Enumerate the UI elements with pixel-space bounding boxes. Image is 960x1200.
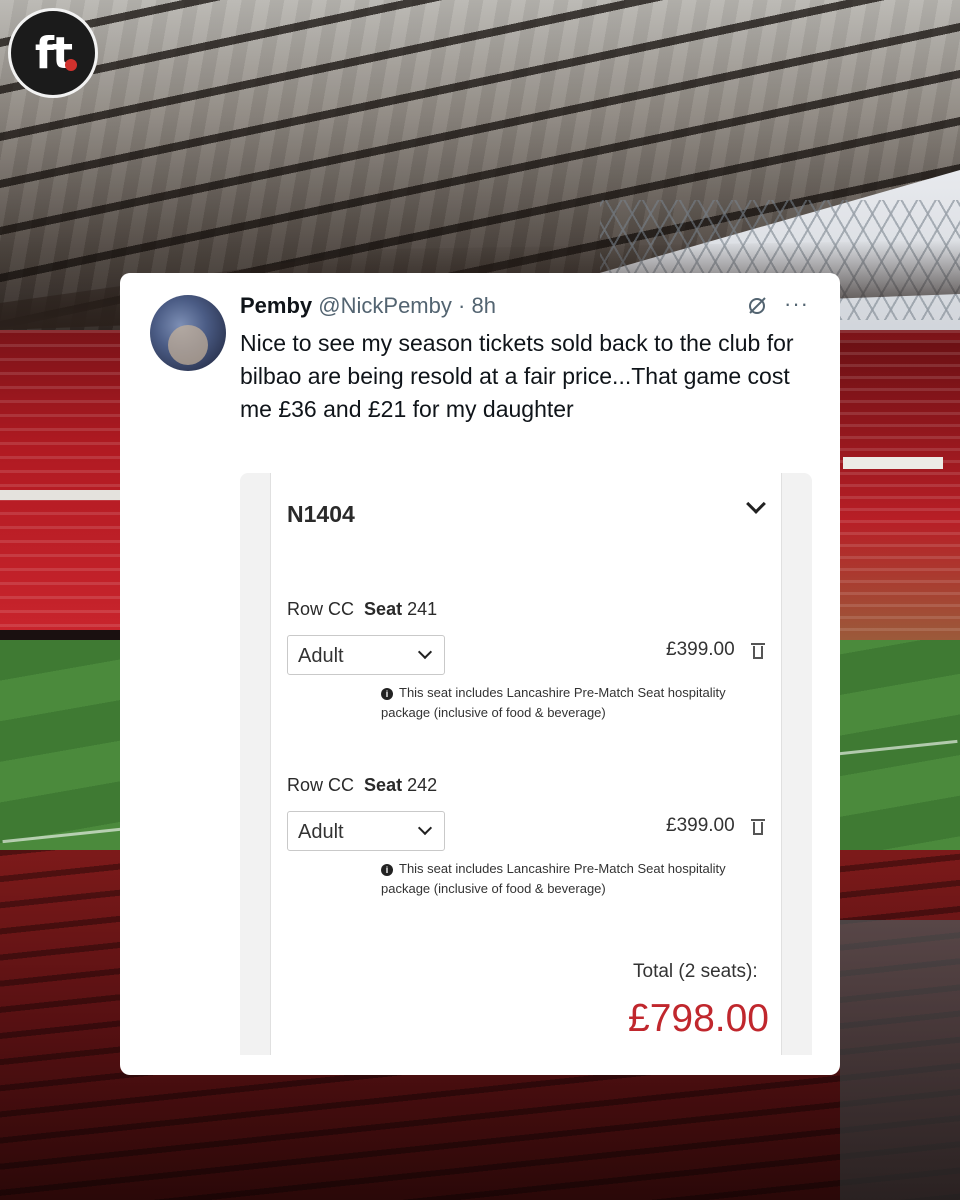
foreground-walkway <box>840 920 960 1200</box>
tweet-card: Pemby @NickPemby · 8h ··· Nice to see my… <box>120 273 840 1075</box>
row-value: CC <box>328 599 355 619</box>
row-word: Row <box>287 599 324 619</box>
info-icon: i <box>381 688 393 700</box>
tweet-text: Nice to see my season tickets sold back … <box>240 330 794 422</box>
chevron-down-icon[interactable] <box>746 494 766 514</box>
seat-word: Seat <box>364 599 403 619</box>
ft-logo: ft <box>8 8 98 98</box>
author-handle[interactable]: @NickPemby <box>318 293 452 318</box>
hospitality-note-text: This seat includes Lancashire Pre-Match … <box>381 861 726 896</box>
seat-price: £399.00 <box>666 639 735 660</box>
info-icon: i <box>381 864 393 876</box>
seat-value: 242 <box>407 775 438 795</box>
ticket-type-value: Adult <box>298 821 344 843</box>
chevron-down-icon <box>417 644 433 660</box>
tweet-time[interactable]: 8h <box>471 293 495 318</box>
stand-seating-right <box>840 340 960 640</box>
trash-icon[interactable] <box>751 819 765 835</box>
total-price: £798.00 <box>628 997 769 1040</box>
ticket-type-select[interactable]: Adult <box>287 635 445 675</box>
ticket-type-select[interactable]: Adult <box>287 811 445 851</box>
tweet-header: Pemby @NickPemby · 8h <box>240 293 496 319</box>
row-value: CC <box>328 775 355 795</box>
grok-icon[interactable] <box>746 295 768 323</box>
seat-value: 241 <box>407 599 438 619</box>
section-code: N1404 <box>287 501 355 527</box>
separator-dot: · <box>458 293 466 318</box>
seat-price: £399.00 <box>666 815 735 836</box>
logo-text: ft <box>34 27 73 79</box>
ticket-screenshot: N1404 Row CC Seat 241 Adult £399.00 i Thi… <box>240 473 812 1055</box>
stand-sign-left <box>0 490 120 500</box>
ticket-type-value: Adult <box>298 645 344 667</box>
stand-sign <box>843 457 943 469</box>
avatar[interactable] <box>150 295 226 371</box>
seat-row-label: Row CC Seat 241 <box>287 599 437 620</box>
total-label: Total (2 seats): <box>633 961 758 982</box>
seat-row-label: Row CC Seat 242 <box>287 775 437 796</box>
author-name[interactable]: Pemby <box>240 293 312 318</box>
ticket-panel: N1404 Row CC Seat 241 Adult £399.00 i Thi… <box>270 473 782 1055</box>
seat-word: Seat <box>364 775 403 795</box>
chevron-down-icon <box>417 820 433 836</box>
hospitality-note-text: This seat includes Lancashire Pre-Match … <box>381 685 726 720</box>
more-options-icon[interactable]: ··· <box>784 291 809 317</box>
hospitality-note: i This seat includes Lancashire Pre-Match… <box>381 683 771 723</box>
hospitality-note: i This seat includes Lancashire Pre-Match… <box>381 859 771 899</box>
row-word: Row <box>287 775 324 795</box>
trash-icon[interactable] <box>751 643 765 659</box>
football-icon <box>65 59 77 71</box>
